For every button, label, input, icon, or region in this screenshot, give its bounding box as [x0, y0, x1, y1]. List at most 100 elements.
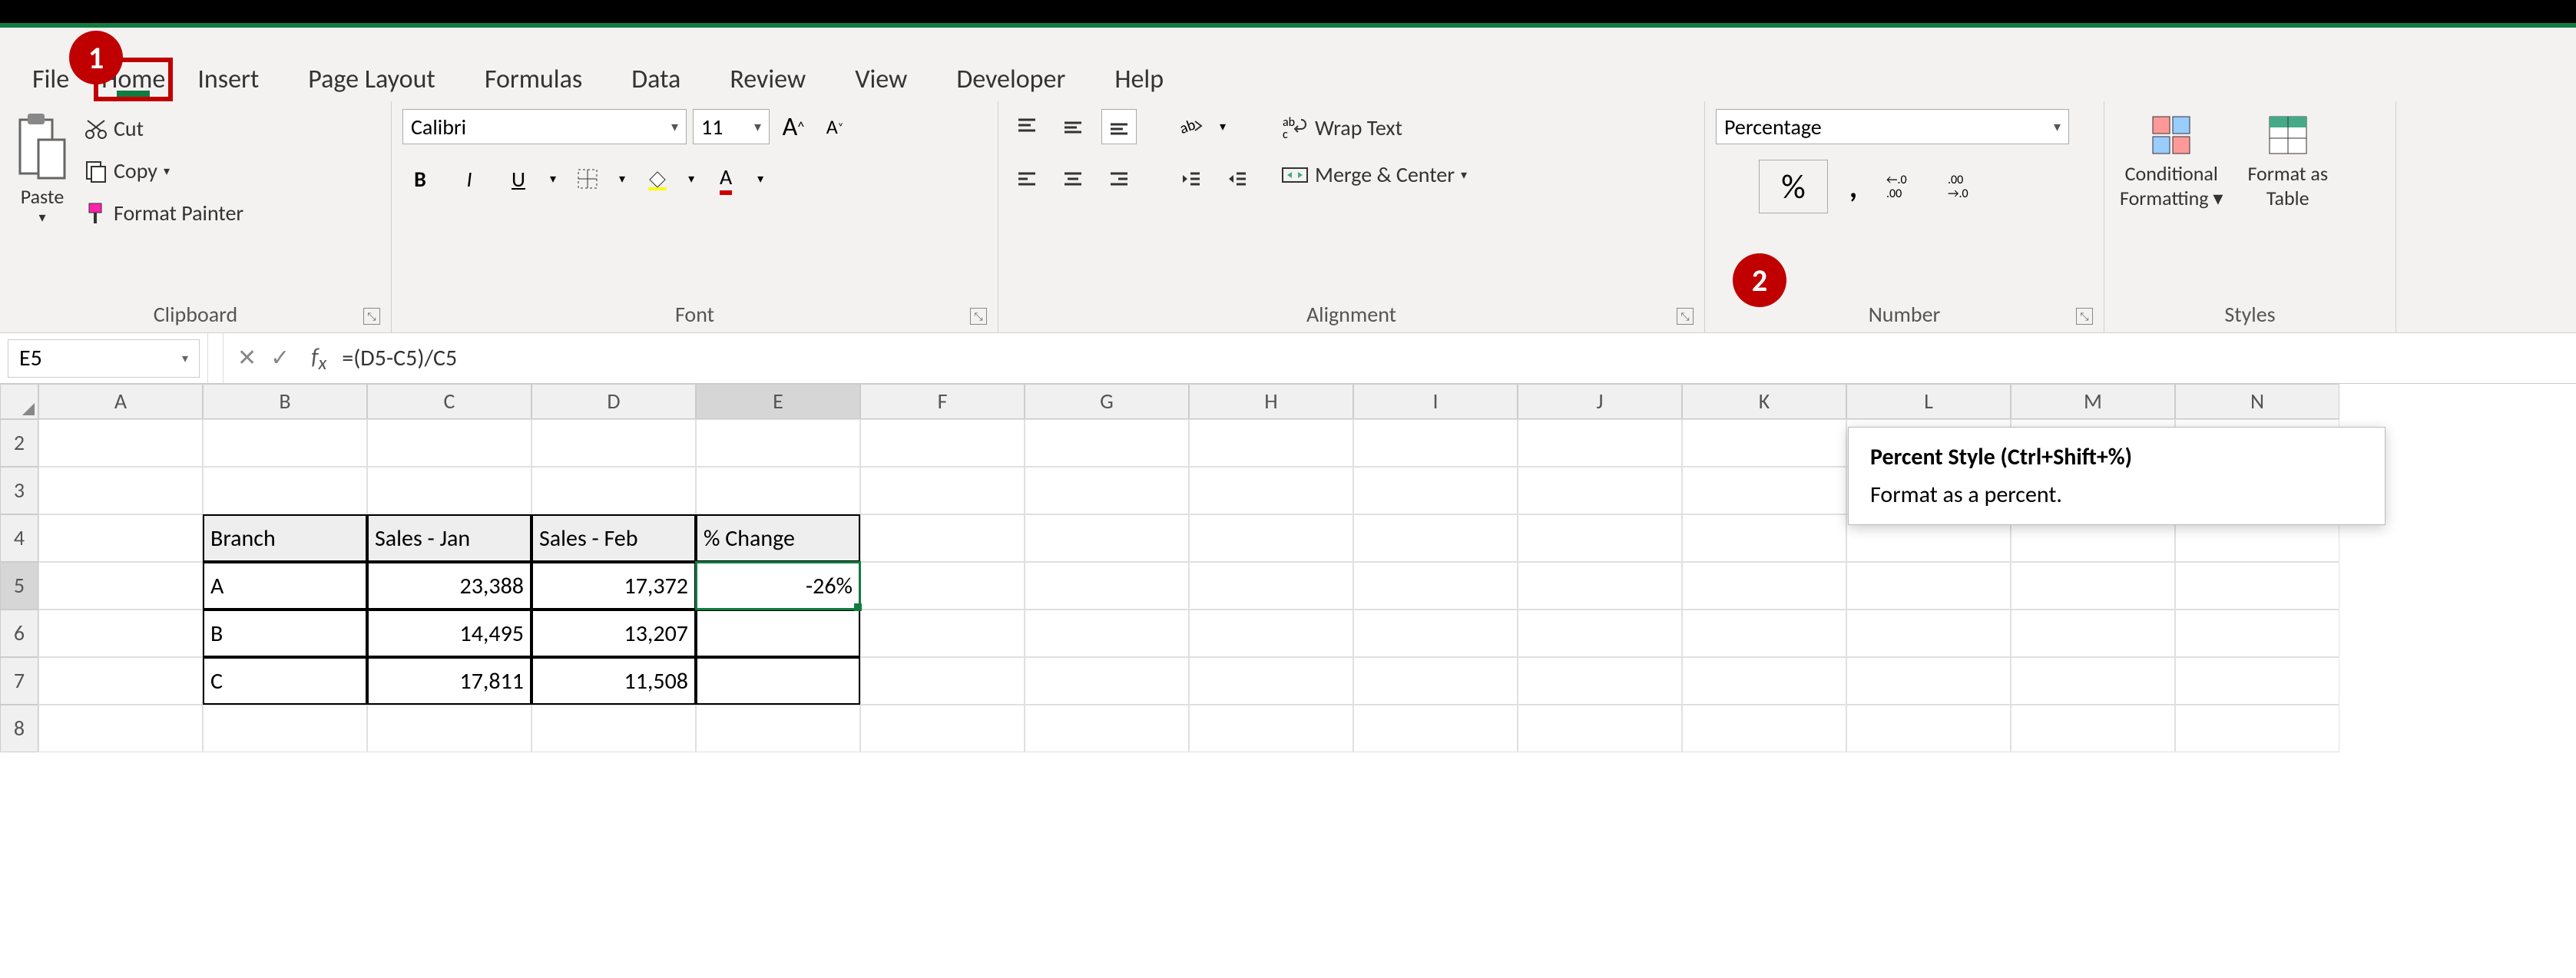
col-header-G[interactable]: G [1025, 384, 1189, 419]
cell[interactable] [2175, 610, 2339, 657]
tab-view[interactable]: View [830, 58, 932, 101]
tab-insert[interactable]: Insert [173, 58, 283, 101]
col-header-C[interactable]: C [367, 384, 531, 419]
row-header-4[interactable]: 4 [0, 514, 38, 562]
cell[interactable] [38, 657, 203, 705]
align-top-button[interactable] [1009, 109, 1045, 144]
row-header-6[interactable]: 6 [0, 610, 38, 657]
cell[interactable] [860, 514, 1025, 562]
cell[interactable] [860, 467, 1025, 514]
cell[interactable] [38, 610, 203, 657]
align-bottom-button[interactable] [1101, 109, 1137, 144]
row-header-8[interactable]: 8 [0, 705, 38, 752]
cell[interactable] [2011, 562, 2175, 610]
cell-E5[interactable]: -26% [696, 562, 860, 610]
decrease-font-button[interactable]: A˅ [817, 109, 853, 144]
align-right-button[interactable] [1101, 161, 1137, 197]
cell[interactable] [1518, 657, 1682, 705]
cell[interactable] [1025, 514, 1189, 562]
conditional-formatting-button[interactable]: Conditional Formatting ▾ [2115, 109, 2227, 213]
col-header-J[interactable]: J [1518, 384, 1682, 419]
format-as-table-button[interactable]: Format as Table [2243, 109, 2333, 213]
cell[interactable] [38, 705, 203, 752]
cell-B7[interactable]: C [203, 657, 367, 705]
cell-header-branch[interactable]: Branch [203, 514, 367, 562]
cell[interactable] [1189, 657, 1353, 705]
cell[interactable] [38, 467, 203, 514]
cancel-formula-button[interactable]: ✕ [237, 344, 257, 372]
cell[interactable] [1682, 419, 1846, 467]
italic-button[interactable]: I [452, 161, 487, 197]
cell[interactable] [1353, 419, 1518, 467]
cell[interactable] [1353, 705, 1518, 752]
cell[interactable] [1025, 610, 1189, 657]
cell[interactable] [2175, 562, 2339, 610]
cell-D7[interactable]: 11,508 [531, 657, 696, 705]
col-header-K[interactable]: K [1682, 384, 1846, 419]
cell[interactable] [203, 467, 367, 514]
align-left-button[interactable] [1009, 161, 1045, 197]
align-center-button[interactable] [1055, 161, 1091, 197]
cell[interactable] [1518, 705, 1682, 752]
cell[interactable] [1846, 657, 2011, 705]
cell-C6[interactable]: 14,495 [367, 610, 531, 657]
cell-header-change[interactable]: % Change [696, 514, 860, 562]
cell-E6[interactable] [696, 610, 860, 657]
col-header-E[interactable]: E [696, 384, 860, 419]
cell[interactable] [531, 705, 696, 752]
merge-center-button[interactable]: Merge & Center ▾ [1278, 160, 1470, 190]
cell[interactable] [1025, 419, 1189, 467]
cell-C7[interactable]: 17,811 [367, 657, 531, 705]
wrap-text-button[interactable]: abc Wrap Text [1278, 112, 1470, 143]
tab-developer[interactable]: Developer [932, 58, 1090, 101]
decrease-decimal-button[interactable]: .00→.0 [1940, 169, 1994, 204]
col-header-B[interactable]: B [203, 384, 367, 419]
increase-font-button[interactable]: A^ [776, 109, 811, 144]
cell[interactable] [38, 419, 203, 467]
dialog-launcher-icon[interactable]: ⤡ [970, 308, 987, 325]
cell[interactable] [1025, 467, 1189, 514]
enter-formula-button[interactable]: ✓ [270, 344, 290, 372]
borders-button[interactable] [570, 161, 605, 197]
cell[interactable] [1189, 705, 1353, 752]
cell[interactable] [1189, 562, 1353, 610]
cell[interactable] [1025, 562, 1189, 610]
row-header-7[interactable]: 7 [0, 657, 38, 705]
cell[interactable] [2011, 610, 2175, 657]
copy-button[interactable]: Copy ▾ [81, 156, 247, 186]
cell[interactable] [1518, 419, 1682, 467]
dialog-launcher-icon[interactable]: ⤡ [363, 308, 380, 325]
cell[interactable] [1846, 610, 2011, 657]
cell[interactable] [696, 467, 860, 514]
cell[interactable] [696, 705, 860, 752]
cell[interactable] [203, 419, 367, 467]
col-header-N[interactable]: N [2175, 384, 2339, 419]
cell[interactable] [1682, 514, 1846, 562]
cell-C5[interactable]: 23,388 [367, 562, 531, 610]
font-size-combo[interactable]: 11▾ [693, 109, 770, 144]
cell[interactable] [367, 419, 531, 467]
cell[interactable] [2011, 657, 2175, 705]
col-header-D[interactable]: D [531, 384, 696, 419]
cell[interactable] [531, 419, 696, 467]
increase-indent-button[interactable] [1220, 161, 1255, 197]
col-header-H[interactable]: H [1189, 384, 1353, 419]
fill-color-button[interactable] [639, 161, 674, 197]
font-name-combo[interactable]: Calibri▾ [402, 109, 687, 144]
cell[interactable] [38, 514, 203, 562]
cell[interactable] [2011, 705, 2175, 752]
cell[interactable] [1189, 467, 1353, 514]
cell-E7[interactable] [696, 657, 860, 705]
cell[interactable] [1189, 610, 1353, 657]
cell[interactable] [1518, 610, 1682, 657]
cell[interactable] [860, 657, 1025, 705]
col-header-M[interactable]: M [2011, 384, 2175, 419]
font-color-button[interactable]: A [708, 161, 743, 197]
tab-help[interactable]: Help [1090, 58, 1188, 101]
cell-header-jan[interactable]: Sales - Jan [367, 514, 531, 562]
cell[interactable] [1025, 657, 1189, 705]
fx-icon[interactable]: fx [303, 342, 334, 375]
row-header-2[interactable]: 2 [0, 419, 38, 467]
dialog-launcher-icon[interactable]: ⤡ [1677, 308, 1694, 325]
cell-D5[interactable]: 17,372 [531, 562, 696, 610]
